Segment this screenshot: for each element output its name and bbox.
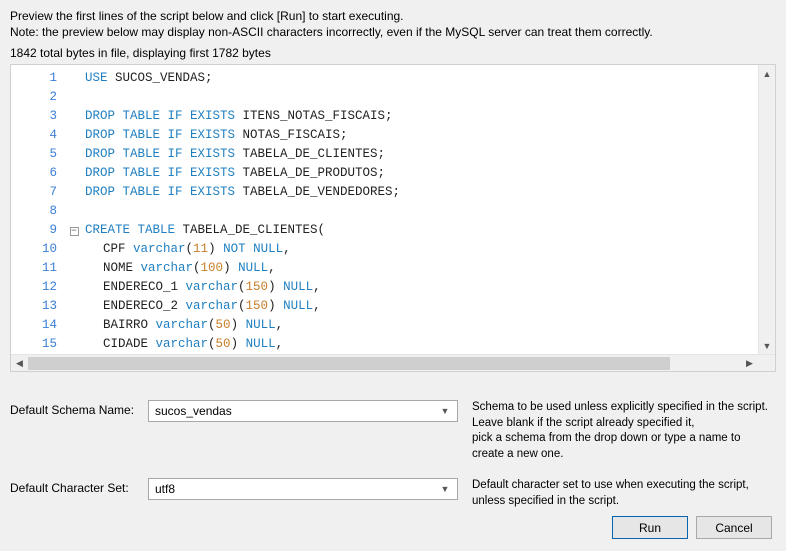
charset-label: Default Character Set: (10, 478, 148, 495)
preview-instructions: Preview the first lines of the script be… (10, 8, 776, 40)
options-form: Default Schema Name: sucos_vendas ▼ Sche… (10, 400, 776, 509)
scroll-down-arrow-icon[interactable]: ▼ (759, 337, 775, 354)
scroll-up-arrow-icon[interactable]: ▲ (759, 65, 775, 82)
code-line[interactable]: DROP TABLE IF EXISTS TABELA_DE_VENDEDORE… (85, 183, 758, 202)
dialog-buttons: Run Cancel (612, 516, 772, 539)
code-area[interactable]: USE SUCOS_VENDAS; DROP TABLE IF EXISTS IT… (81, 65, 758, 354)
line-number-gutter: 12345678910111213141516 (11, 65, 67, 354)
code-line[interactable]: ENDERECO_1 varchar(150) NULL, (85, 278, 758, 297)
schema-label: Default Schema Name: (10, 400, 148, 417)
scroll-left-arrow-icon[interactable]: ◀ (11, 355, 28, 371)
line-number: 9 (11, 221, 57, 240)
run-button[interactable]: Run (612, 516, 688, 539)
chevron-down-icon[interactable]: ▼ (437, 484, 453, 494)
code-line[interactable]: DROP TABLE IF EXISTS TABELA_DE_PRODUTOS; (85, 164, 758, 183)
line-number: 13 (11, 297, 57, 316)
code-line[interactable]: CPF varchar(11) NOT NULL, (85, 240, 758, 259)
line-number: 5 (11, 145, 57, 164)
line-number: 8 (11, 202, 57, 221)
line-number: 10 (11, 240, 57, 259)
bytes-info: 1842 total bytes in file, displaying fir… (10, 46, 776, 60)
schema-value: sucos_vendas (155, 404, 437, 418)
hscroll-track[interactable] (28, 355, 741, 371)
schema-help-text: Schema to be used unless explicitly spec… (458, 400, 776, 462)
line-number: 12 (11, 278, 57, 297)
code-line[interactable]: DROP TABLE IF EXISTS ITENS_NOTAS_FISCAIS… (85, 107, 758, 126)
chevron-down-icon[interactable]: ▼ (437, 406, 453, 416)
line-number: 2 (11, 88, 57, 107)
code-line[interactable]: NOME varchar(100) NULL, (85, 259, 758, 278)
code-line[interactable]: CREATE TABLE TABELA_DE_CLIENTES( (85, 221, 758, 240)
charset-value: utf8 (155, 482, 437, 496)
code-line[interactable] (85, 202, 758, 221)
code-line[interactable]: CIDADE varchar(50) NULL, (85, 335, 758, 354)
preview-line1: Preview the first lines of the script be… (10, 8, 776, 24)
line-number: 4 (11, 126, 57, 145)
charset-help-text: Default character set to use when execut… (458, 478, 776, 509)
scroll-right-arrow-icon[interactable]: ▶ (741, 355, 758, 371)
schema-combobox[interactable]: sucos_vendas ▼ (148, 400, 458, 422)
code-line[interactable] (85, 88, 758, 107)
script-editor[interactable]: 12345678910111213141516 − USE SUCOS_VEND… (10, 64, 776, 372)
line-number: 15 (11, 335, 57, 354)
code-line[interactable]: DROP TABLE IF EXISTS NOTAS_FISCAIS; (85, 126, 758, 145)
line-number: 7 (11, 183, 57, 202)
line-number: 14 (11, 316, 57, 335)
line-number: 6 (11, 164, 57, 183)
line-number: 1 (11, 69, 57, 88)
scroll-corner (758, 355, 775, 371)
horizontal-scrollbar[interactable]: ◀ ▶ (11, 354, 775, 371)
preview-line2: Note: the preview below may display non-… (10, 24, 776, 40)
hscroll-thumb[interactable] (28, 357, 670, 370)
cancel-button[interactable]: Cancel (696, 516, 772, 539)
code-line[interactable]: BAIRRO varchar(50) NULL, (85, 316, 758, 335)
code-line[interactable]: ENDERECO_2 varchar(150) NULL, (85, 297, 758, 316)
charset-combobox[interactable]: utf8 ▼ (148, 478, 458, 500)
line-number: 3 (11, 107, 57, 126)
line-number: 11 (11, 259, 57, 278)
vertical-scrollbar[interactable]: ▲ ▼ (758, 65, 775, 354)
code-line[interactable]: USE SUCOS_VENDAS; (85, 69, 758, 88)
fold-toggle-icon[interactable]: − (70, 227, 79, 236)
fold-column[interactable]: − (67, 65, 81, 354)
code-line[interactable]: DROP TABLE IF EXISTS TABELA_DE_CLIENTES; (85, 145, 758, 164)
